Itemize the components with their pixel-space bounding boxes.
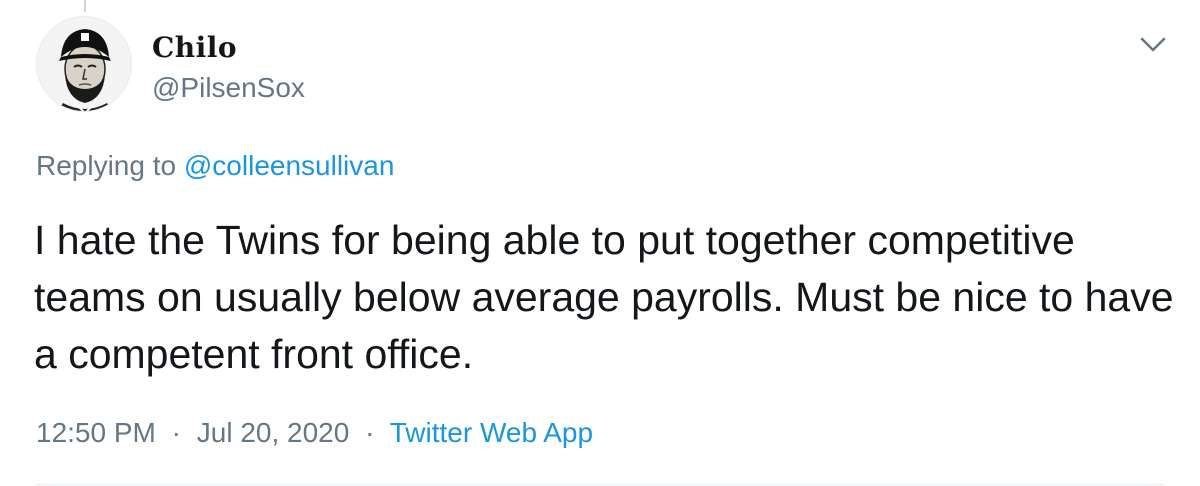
- avatar[interactable]: [36, 16, 132, 112]
- separator-dot: ·: [365, 417, 375, 448]
- tweet-time[interactable]: 12:50 PM: [36, 417, 156, 448]
- abraham-lincoln-avatar-icon: [37, 17, 131, 111]
- replying-to-mention-link[interactable]: @colleensullivan: [184, 150, 395, 181]
- user-handle[interactable]: @PilsenSox: [152, 70, 305, 106]
- tweet-menu-button[interactable]: [1136, 28, 1170, 62]
- tweet-text: I hate the Twins for being able to put t…: [34, 217, 1174, 377]
- replying-to-label: Replying to: [36, 150, 177, 181]
- tweet-date[interactable]: Jul 20, 2020: [197, 417, 350, 448]
- display-name[interactable]: Chilo: [152, 30, 237, 66]
- chevron-down-icon: [1140, 37, 1166, 52]
- separator-dot: ·: [171, 417, 181, 448]
- tweet-metadata: 12:50 PM · Jul 20, 2020 · Twitter Web Ap…: [36, 415, 593, 451]
- tweet-source-link[interactable]: Twitter Web App: [390, 417, 593, 448]
- divider: [36, 484, 1164, 485]
- replying-to-line: Replying to @colleensullivan: [36, 148, 394, 184]
- tweet-card: Chilo @PilsenSox Replying to @colleensul…: [0, 0, 1200, 486]
